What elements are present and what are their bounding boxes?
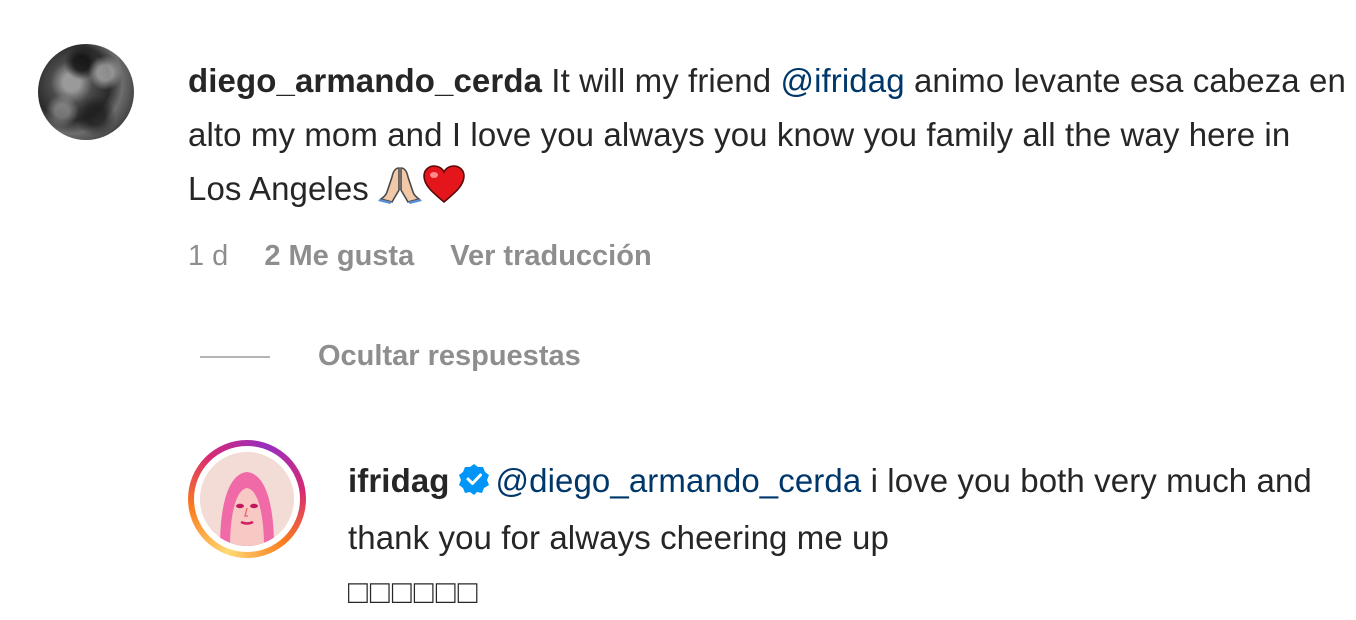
hide-replies-button[interactable]: Ocultar respuestas: [200, 340, 581, 373]
reply-body: ifridag @diego_armando_cerda i love you b…: [348, 454, 1348, 619]
red-heart-icon: [422, 164, 466, 220]
reply-text: ifridag @diego_armando_cerda i love you b…: [348, 454, 1348, 619]
translate-link[interactable]: Ver traducción: [450, 240, 651, 273]
comment-username[interactable]: diego_armando_cerda: [188, 62, 542, 99]
story-ring-gap: [194, 446, 300, 552]
replier-avatar: [200, 452, 294, 546]
reply-unrendered-glyphs: □□□□□□: [348, 573, 480, 610]
folded-hands-icon: [378, 164, 423, 220]
comment-text-part-1: It will my friend: [542, 62, 781, 99]
comment-time[interactable]: 1 d: [188, 240, 228, 273]
avatar-face-illustration: [200, 452, 294, 546]
verified-badge-icon: [458, 457, 490, 511]
story-ring[interactable]: [188, 440, 306, 558]
reply-mention[interactable]: @diego_armando_cerda: [496, 462, 862, 499]
commenter-avatar[interactable]: [38, 44, 134, 140]
comment-mention[interactable]: @ifridag: [780, 62, 904, 99]
comment-likes[interactable]: 2 Me gusta: [264, 240, 414, 273]
comment-meta: 1 d 2 Me gusta Ver traducción: [188, 240, 1348, 273]
comment-text: diego_armando_cerda It will my friend @i…: [188, 54, 1348, 220]
hide-replies-label: Ocultar respuestas: [318, 340, 581, 372]
reply-username[interactable]: ifridag: [348, 462, 450, 499]
avatar-photo: [38, 44, 134, 140]
replies-divider: [200, 355, 270, 358]
comment-body: diego_armando_cerda It will my friend @i…: [188, 54, 1348, 273]
